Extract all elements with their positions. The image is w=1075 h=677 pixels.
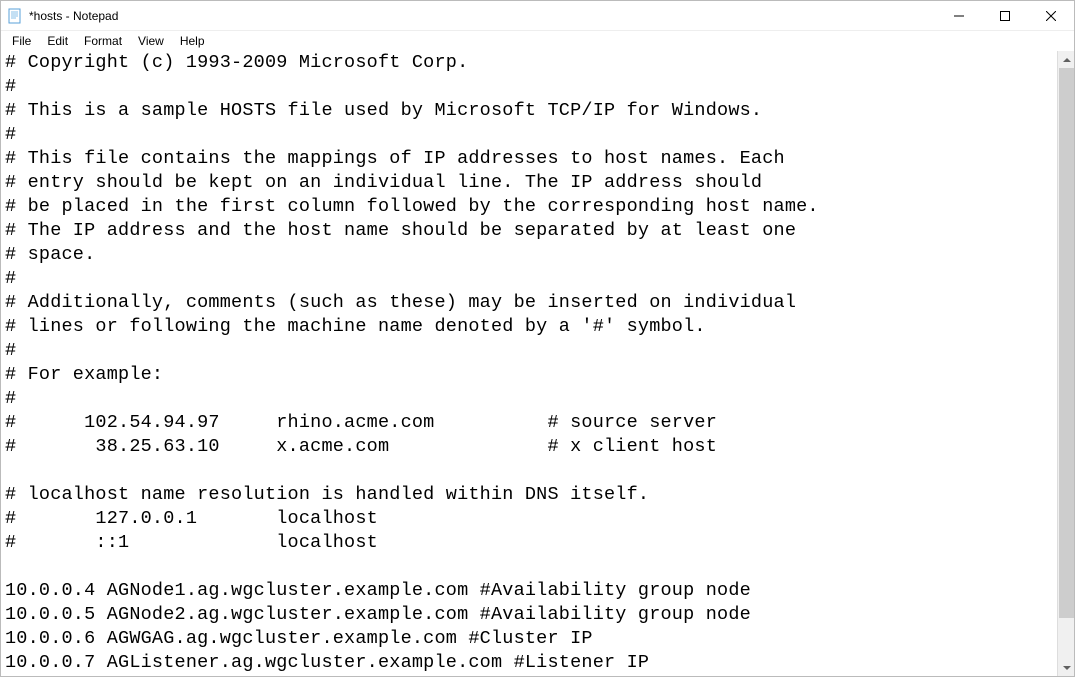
menu-format[interactable]: Format bbox=[77, 33, 129, 49]
editor-wrap: # Copyright (c) 1993-2009 Microsoft Corp… bbox=[1, 51, 1074, 676]
menu-edit[interactable]: Edit bbox=[40, 33, 75, 49]
window-title: *hosts - Notepad bbox=[29, 9, 936, 23]
minimize-button[interactable] bbox=[936, 1, 982, 31]
notepad-icon bbox=[7, 8, 23, 24]
window-controls bbox=[936, 1, 1074, 30]
menubar: File Edit Format View Help bbox=[1, 31, 1074, 51]
menu-help[interactable]: Help bbox=[173, 33, 212, 49]
close-button[interactable] bbox=[1028, 1, 1074, 31]
text-editor[interactable]: # Copyright (c) 1993-2009 Microsoft Corp… bbox=[1, 51, 1057, 676]
vertical-scrollbar[interactable] bbox=[1057, 51, 1074, 676]
scroll-up-arrow-icon[interactable] bbox=[1058, 51, 1075, 68]
scroll-down-arrow-icon[interactable] bbox=[1058, 659, 1075, 676]
scrollbar-thumb[interactable] bbox=[1059, 68, 1074, 618]
titlebar: *hosts - Notepad bbox=[1, 1, 1074, 31]
maximize-button[interactable] bbox=[982, 1, 1028, 31]
menu-file[interactable]: File bbox=[5, 33, 38, 49]
menu-view[interactable]: View bbox=[131, 33, 171, 49]
